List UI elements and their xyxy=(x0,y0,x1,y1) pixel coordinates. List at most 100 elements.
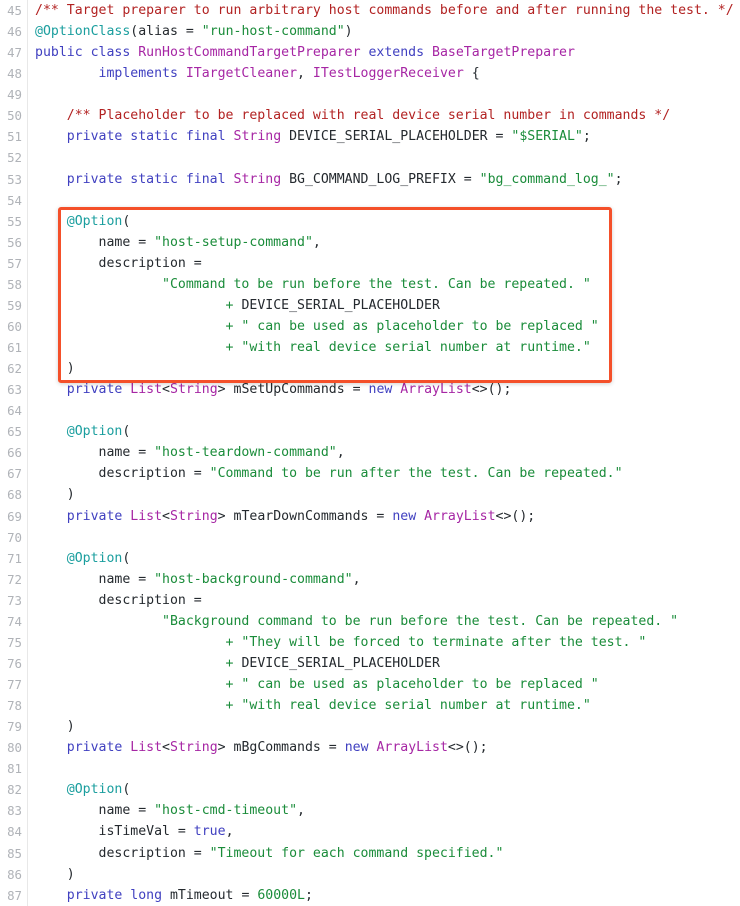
line-number: 60 xyxy=(7,318,22,334)
code-line[interactable]: 83 name = "host-cmd-timeout", xyxy=(0,800,740,821)
line-number: 61 xyxy=(7,340,22,355)
code-line-content: + "They will be forced to terminate afte… xyxy=(35,632,647,653)
code-line-content: private List<String> mTearDownCommands =… xyxy=(35,506,536,527)
code-line[interactable]: 71 @Option( xyxy=(0,548,740,569)
line-number: 68 xyxy=(7,487,22,503)
code-line[interactable]: 60 + " can be used as placeholder to be … xyxy=(0,316,740,337)
code-line[interactable]: 64 xyxy=(0,400,740,421)
token-kw: public class xyxy=(35,45,139,61)
code-line[interactable]: 78 + "with real device serial number at … xyxy=(0,695,740,716)
token-plain: ) xyxy=(344,24,353,40)
token-plain: < xyxy=(162,382,170,398)
token-type: String xyxy=(233,129,282,145)
code-line-content: + " can be used as placeholder to be rep… xyxy=(35,316,599,337)
code-line[interactable]: 84 isTimeVal = true, xyxy=(0,821,740,842)
token-anno: @Option xyxy=(66,424,123,440)
token-plain: ; xyxy=(304,887,313,903)
token-plain: , xyxy=(336,445,345,461)
token-comment: /** Placeholder to be replaced with real… xyxy=(35,108,671,124)
token-type: ITargetCleaner xyxy=(185,66,298,82)
code-line[interactable]: 80 private List<String> mBgCommands = ne… xyxy=(0,737,740,758)
token-type: String xyxy=(233,171,282,187)
line-number: 54 xyxy=(7,192,22,208)
code-line[interactable]: 49 xyxy=(0,84,740,105)
code-line[interactable]: 48 implements ITargetCleaner, ITestLogge… xyxy=(0,63,740,84)
code-line[interactable]: 70 xyxy=(0,527,740,548)
line-number: 87 xyxy=(7,887,22,903)
code-line[interactable]: 74 "Background command to be run before … xyxy=(0,611,740,632)
code-line[interactable]: 46 @OptionClass(alias = "run-host-command… xyxy=(0,21,740,42)
token-str: + "They will be forced to terminate afte… xyxy=(35,634,647,650)
code-line[interactable]: 73 description = xyxy=(0,590,740,611)
code-line[interactable]: 58 "Command to be run before the test. C… xyxy=(0,274,740,295)
code-line-content: + DEVICE_SERIAL_PLACEHOLDER xyxy=(35,295,440,316)
token-plain: , xyxy=(225,824,234,840)
code-line[interactable]: 82 @Option( xyxy=(0,779,740,800)
code-line[interactable]: 51 private static final String DEVICE_SE… xyxy=(0,126,740,147)
code-line[interactable]: 50 /** Placeholder to be replaced with r… xyxy=(0,105,740,126)
code-line[interactable]: 54 xyxy=(0,190,740,211)
token-str: + " can be used as placeholder to be rep… xyxy=(35,677,599,692)
code-line-content: private static final String DEVICE_SERIA… xyxy=(35,126,591,147)
line-number: 86 xyxy=(7,866,22,882)
token-type: ArrayList xyxy=(424,508,496,524)
token-type: ITestLoggerReceiver xyxy=(312,66,464,82)
token-str: "host-setup-command" xyxy=(154,234,313,250)
token-str: "Command to be run before the test. Can … xyxy=(35,276,591,292)
code-line[interactable]: 53 private static final String BG_COMMAN… xyxy=(0,169,740,190)
code-line[interactable]: 81 xyxy=(0,758,740,779)
token-anno: @OptionClass xyxy=(35,24,131,40)
token-plain: name = xyxy=(35,571,155,587)
code-line[interactable]: 77 + " can be used as placeholder to be … xyxy=(0,674,740,695)
token-kw: extends xyxy=(360,45,432,61)
code-line[interactable]: 79 ) xyxy=(0,716,740,737)
token-type: ArrayList xyxy=(400,382,472,398)
code-line[interactable]: 47 public class RunHostCommandTargetPrepa… xyxy=(0,42,740,63)
token-kw: true xyxy=(193,824,226,840)
token-type: ArrayList xyxy=(376,740,448,756)
code-line[interactable]: 76 + DEVICE_SERIAL_PLACEHOLDER xyxy=(0,653,740,674)
token-kw: private static final xyxy=(35,129,234,145)
code-line[interactable]: 57 description = xyxy=(0,253,740,274)
line-number: 50 xyxy=(7,108,22,124)
line-number: 80 xyxy=(7,740,22,756)
token-str: + xyxy=(35,655,242,671)
code-line-content: public class RunHostCommandTargetPrepare… xyxy=(35,42,575,63)
line-number: 47 xyxy=(7,45,22,61)
code-line[interactable]: 86 ) xyxy=(0,864,740,885)
code-line[interactable]: 67 description = "Command to be run afte… xyxy=(0,463,740,484)
token-plain: ; xyxy=(614,171,623,187)
line-number: 85 xyxy=(7,845,22,861)
code-line[interactable]: 75 + "They will be forced to terminate a… xyxy=(0,632,740,653)
line-number: 51 xyxy=(7,129,22,145)
code-line[interactable]: 87 private long mTimeout = 60000L; xyxy=(0,885,740,906)
code-line[interactable]: 66 name = "host-teardown-command", xyxy=(0,442,740,463)
code-line[interactable]: 52 xyxy=(0,147,740,168)
token-type: BaseTargetPreparer xyxy=(432,45,575,61)
code-line[interactable]: 85 description = "Timeout for each comma… xyxy=(0,843,740,864)
code-line[interactable]: 56 name = "host-setup-command", xyxy=(0,232,740,253)
code-line[interactable]: 72 name = "host-background-command", xyxy=(0,569,740,590)
code-line-content: name = "host-background-command", xyxy=(35,569,361,590)
code-line-content: + "with real device serial number at run… xyxy=(35,695,591,716)
code-line[interactable]: 69 private List<String> mTearDownCommand… xyxy=(0,506,740,527)
code-line-content: isTimeVal = true, xyxy=(35,821,234,842)
line-number: 72 xyxy=(7,571,22,587)
line-number: 83 xyxy=(7,803,22,819)
line-number: 75 xyxy=(7,634,22,650)
token-plain: < xyxy=(162,740,170,756)
code-line[interactable]: 68 ) xyxy=(0,484,740,505)
code-line-content: @Option( xyxy=(35,779,131,800)
code-line[interactable]: 63 private List<String> mSetUpCommands =… xyxy=(0,379,740,400)
code-line[interactable]: 45 /** Target preparer to run arbitrary h… xyxy=(0,0,740,21)
code-line[interactable]: 61 + "with real device serial number at … xyxy=(0,337,740,358)
code-line[interactable]: 62 ) xyxy=(0,358,740,379)
code-line[interactable]: 59 + DEVICE_SERIAL_PLACEHOLDER xyxy=(0,295,740,316)
code-line[interactable]: 55 @Option( xyxy=(0,211,740,232)
code-line[interactable]: 65 @Option( xyxy=(0,421,740,442)
code-viewer[interactable]: 45 /** Target preparer to run arbitrary h… xyxy=(0,0,740,906)
code-line-content: description = "Command to be run after t… xyxy=(35,463,623,484)
token-kw: private xyxy=(35,508,131,524)
